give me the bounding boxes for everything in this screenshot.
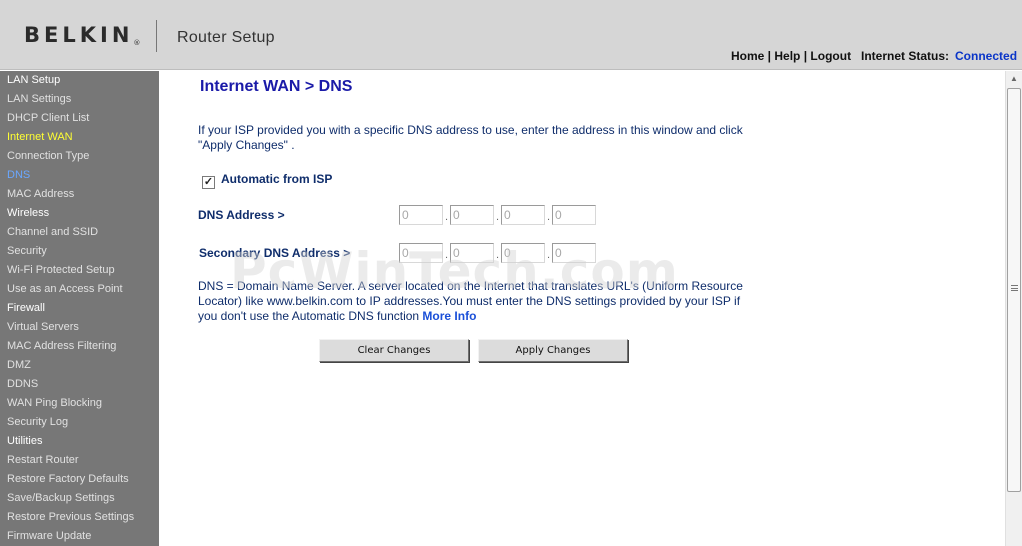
- dns-address-label: DNS Address >: [198, 208, 285, 222]
- octet-separator: .: [495, 211, 500, 223]
- logo-registered-mark: ®: [133, 39, 141, 47]
- more-info-link[interactable]: More Info: [422, 309, 476, 323]
- sidebar-item-security-log[interactable]: Security Log: [0, 413, 159, 432]
- help-link[interactable]: Help: [774, 49, 800, 63]
- dns-octet-2-input[interactable]: 0: [450, 205, 494, 225]
- sidebar-item-internet-wan[interactable]: Internet WAN: [0, 128, 159, 147]
- secondary-dns-octet-3-input[interactable]: 0: [501, 243, 545, 263]
- octet-separator: .: [444, 249, 449, 261]
- secondary-dns-octet-2-input[interactable]: 0: [450, 243, 494, 263]
- top-nav: Home | Help | Logout: [731, 49, 851, 63]
- sidebar-section-wireless: Wireless: [7, 207, 50, 219]
- internet-status-value: Connected: [955, 49, 1018, 63]
- dns-description: DNS = Domain Name Server. A server locat…: [198, 279, 758, 324]
- sidebar-item-wi-fi-protected-setup[interactable]: Wi-Fi Protected Setup: [0, 261, 159, 280]
- sidebar-item-dhcp-client-list[interactable]: DHCP Client List: [0, 109, 159, 128]
- sidebar-section-lan-setup: LAN Setup: [7, 74, 61, 86]
- octet-separator: .: [546, 211, 551, 223]
- sidebar-item-channel-and-ssid[interactable]: Channel and SSID: [0, 223, 159, 242]
- logo-text: BELKIN: [24, 23, 134, 47]
- sidebar-item-save-backup-settings[interactable]: Save/Backup Settings: [0, 489, 159, 508]
- grip-icon: [1011, 285, 1018, 291]
- sidebar-item-wan-ping-blocking[interactable]: WAN Ping Blocking: [0, 394, 159, 413]
- secondary-dns-address-label: Secondary DNS Address >: [199, 246, 351, 260]
- sidebar-item-mac-address[interactable]: MAC Address: [0, 185, 159, 204]
- sidebar-item-firmware-update[interactable]: Firmware Update: [0, 527, 159, 546]
- octet-separator: .: [495, 249, 500, 261]
- sidebar-item-use-as-an-access-point[interactable]: Use as an Access Point: [0, 280, 159, 299]
- nav-separator: |: [800, 49, 811, 63]
- sidebar-item-lan-settings[interactable]: LAN Settings: [0, 90, 159, 109]
- scrollbar-thumb[interactable]: [1007, 88, 1021, 492]
- automatic-from-isp-checkbox[interactable]: ✓: [202, 176, 215, 189]
- sidebar-item-restart-router[interactable]: Restart Router: [0, 451, 159, 470]
- sidebar-item-mac-address-filtering[interactable]: MAC Address Filtering: [0, 337, 159, 356]
- octet-separator: .: [444, 211, 449, 223]
- main-content: Internet WAN > DNS If your ISP provided …: [159, 71, 1005, 546]
- dns-octet-1-input[interactable]: 0: [399, 205, 443, 225]
- nav-separator: |: [764, 49, 775, 63]
- sidebar-item-virtual-servers[interactable]: Virtual Servers: [0, 318, 159, 337]
- sidebar-item-restore-previous-settings[interactable]: Restore Previous Settings: [0, 508, 159, 527]
- octet-separator: .: [546, 249, 551, 261]
- sidebar-item-security[interactable]: Security: [0, 242, 159, 261]
- internet-status: Internet Status: Connected: [861, 49, 1017, 63]
- automatic-from-isp-row: ✓ Automatic from ISP: [202, 172, 332, 189]
- sidebar-item-dmz[interactable]: DMZ: [0, 356, 159, 375]
- sidebar-section-firewall: Firewall: [7, 302, 45, 314]
- secondary-dns-octet-4-input[interactable]: 0: [552, 243, 596, 263]
- clear-changes-button[interactable]: Clear Changes: [319, 339, 469, 362]
- sidebar-item-restore-factory-defaults[interactable]: Restore Factory Defaults: [0, 470, 159, 489]
- secondary-dns-octet-1-input[interactable]: 0: [399, 243, 443, 263]
- vertical-scrollbar[interactable]: ▲: [1005, 71, 1022, 546]
- page-title: Internet WAN > DNS: [200, 78, 353, 95]
- app-title: Router Setup: [177, 29, 275, 46]
- sidebar-item-ddns[interactable]: DDNS: [0, 375, 159, 394]
- automatic-from-isp-label: Automatic from ISP: [221, 172, 333, 186]
- apply-changes-button[interactable]: Apply Changes: [478, 339, 628, 362]
- check-icon: ✓: [203, 176, 214, 188]
- logo-divider: [156, 20, 157, 52]
- dns-octet-4-input[interactable]: 0: [552, 205, 596, 225]
- header-bar: BELKIN® Router Setup Home | Help | Logou…: [0, 0, 1022, 70]
- intro-text: If your ISP provided you with a specific…: [198, 123, 743, 152]
- sidebar-item-connection-type[interactable]: Connection Type: [0, 147, 159, 166]
- dns-octet-3-input[interactable]: 0: [501, 205, 545, 225]
- home-link[interactable]: Home: [731, 49, 764, 63]
- secondary-dns-address-fields: 0.0.0.0: [399, 243, 596, 267]
- sidebar-nav: LAN Setup LAN Settings DHCP Client List Int…: [0, 71, 159, 546]
- sidebar-section-utilities: Utilities: [7, 435, 43, 447]
- belkin-logo: BELKIN®: [24, 23, 140, 47]
- logout-link[interactable]: Logout: [810, 49, 851, 63]
- dns-address-fields: 0.0.0.0: [399, 205, 596, 229]
- triangle-up-icon[interactable]: ▲: [1006, 71, 1022, 87]
- sidebar-item-dns[interactable]: DNS: [0, 166, 159, 185]
- internet-status-label: Internet Status:: [861, 49, 950, 63]
